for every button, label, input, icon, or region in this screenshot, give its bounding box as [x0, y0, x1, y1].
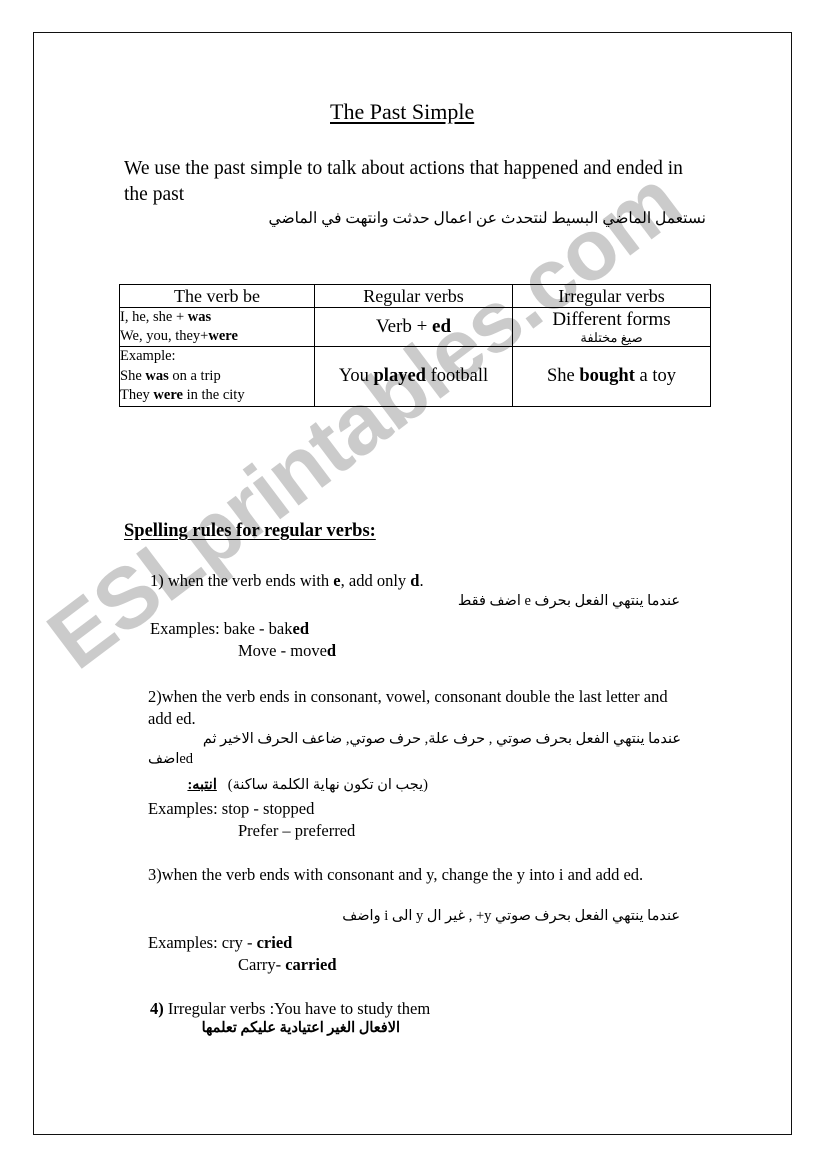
rule-1-example-2: Move - moved — [238, 640, 336, 662]
table-row: Example: She was on a trip They were in … — [119, 346, 711, 407]
rule-3-number: 3) — [148, 865, 162, 884]
rule-2-arabic-line-2: edاضف — [148, 749, 681, 769]
example-bought-prefix: She — [546, 365, 580, 386]
intro-english-text: We use the past simple to talk about act… — [124, 158, 683, 205]
rule-4-number: 4) — [150, 999, 164, 1018]
rule-1-example-baked-suffix: ed — [292, 619, 310, 638]
example-were-sentence: They were in the city — [120, 386, 314, 406]
rule-1-text-c: . — [419, 571, 424, 590]
rule-2-example-1: Examples: stop - stopped — [148, 798, 314, 820]
rule-4-arabic: الافعال الغير اعتيادية عليكم تعلمها — [201, 1020, 400, 1036]
cell-irregular-verb-example: She bought a toy — [512, 346, 711, 407]
rule-1-example-bake: bake - bak — [219, 619, 293, 638]
example-played-suffix: football — [425, 365, 489, 386]
verb-be-form-line-2: We, you, they+were — [120, 327, 314, 346]
rule-2-note: (يجب ان تكون نهاية الكلمة ساكنة) انتبه: — [148, 775, 428, 795]
example-bought-suffix: a toy — [634, 365, 676, 386]
table-header-regular-verbs: Regular verbs — [314, 284, 513, 308]
rule-3-example-1: Examples: cry - cried — [148, 932, 292, 954]
rule-3-example-2: Carry- carried — [238, 954, 337, 976]
rule-1-example-1: Examples: bake - baked — [150, 618, 309, 640]
example-played-prefix: You — [338, 365, 374, 386]
verb-were: were — [208, 328, 238, 344]
cell-verb-be-forms: I, he, she + was We, you, they+were — [119, 307, 315, 347]
example-was-prefix: She — [120, 367, 146, 384]
table-header-verb-be: The verb be — [119, 284, 315, 308]
regular-verb-suffix-ed: ed — [432, 316, 452, 337]
example-were-prefix: They — [120, 387, 154, 403]
verb-was: was — [187, 309, 212, 325]
example-bought-verb: bought — [579, 365, 635, 386]
cell-verb-be-examples: Example: She was on a trip They were in … — [119, 346, 315, 407]
rule-2-examples-label: Examples: — [148, 799, 218, 818]
rule-1-arabic: عندما ينتهي الفعل بحرف e اضف فقط — [457, 593, 680, 609]
rule-3-text: 3)when the verb ends with consonant and … — [148, 864, 688, 886]
rule-2-arabic-add: اضف — [148, 751, 180, 767]
example-was-sentence: She was on a trip — [120, 367, 314, 387]
rule-3-example-cried: cried — [256, 933, 293, 952]
irregular-forms-label: Different forms — [552, 309, 671, 330]
rule-1-example-move: Move - move — [238, 641, 327, 660]
rule-2-example-2: Prefer – preferred — [238, 821, 356, 840]
rule-2-body: when the verb ends in consonant, vowel, … — [148, 687, 668, 728]
cell-regular-verb-rule: Verb + ed — [314, 307, 513, 347]
table-row: I, he, she + was We, you, they+were Verb… — [119, 307, 711, 347]
example-played-verb: played — [373, 365, 426, 386]
rule-1-examples-label: Examples: — [150, 619, 220, 638]
rule-2-number: 2) — [148, 687, 162, 706]
past-simple-table: The verb be Regular verbs Irregular verb… — [119, 284, 711, 407]
rule-1-letter-e: e — [333, 571, 341, 590]
rule-3-body: when the verb ends with consonant and y,… — [161, 865, 644, 884]
rule-1-example-moved-suffix: d — [326, 641, 337, 660]
rule-4-text: 4) Irregular verbs :You have to study th… — [150, 998, 690, 1020]
table-header-row: The verb be Regular verbs Irregular verb… — [119, 284, 711, 308]
table-header-irregular-verbs: Irregular verbs — [512, 284, 711, 308]
rule-2-example-stop: stop - stopped — [217, 799, 315, 818]
rule-1-text-b: , add only — [340, 571, 411, 590]
rule-2-arabic-line-1: عندما ينتهي الفعل بحرف صوتي , حرف علة, ح… — [202, 731, 681, 747]
rule-3-example-carried: carried — [285, 955, 337, 974]
irregular-forms-arabic: صيغ مختلفة — [580, 330, 643, 345]
rule-1-number: 1) — [150, 571, 164, 590]
cell-irregular-verb-rule: Different forms صيغ مختلفة — [512, 307, 711, 347]
rule-4-body: Irregular verbs :You have to study them — [163, 999, 431, 1018]
rule-1-text-a: when the verb ends with — [163, 571, 334, 590]
example-label: Example: — [120, 348, 176, 364]
rule-3-example-carry: Carry- — [238, 955, 286, 974]
rule-3-examples-label: Examples: — [148, 933, 218, 952]
rule-1-text: 1) when the verb ends with e, add only d… — [150, 570, 690, 592]
verb-be-subjects-singular: I, he, she + — [120, 309, 188, 325]
example-was-suffix: on a trip — [168, 367, 221, 384]
rule-2-suffix-ed: ed — [179, 751, 194, 767]
rule-2-note-label: انتبه: — [187, 777, 217, 793]
cell-regular-verb-example: You played football — [314, 346, 513, 407]
spelling-rules-heading: Spelling rules for regular verbs: — [124, 521, 376, 541]
intro-arabic-text: نستعمل الماضي البسيط لنتحدث عن اعمال حدث… — [268, 210, 706, 227]
example-were-suffix: in the city — [182, 387, 245, 403]
rule-2-note-text: (يجب ان تكون نهاية الكلمة ساكنة) — [227, 777, 428, 793]
regular-verb-formula-prefix: Verb + — [375, 316, 433, 337]
rule-3-arabic: عندما ينتهي الفعل بحرف صوتي y+ , غير ال … — [342, 908, 680, 924]
example-were-verb: were — [153, 387, 183, 403]
page-title: The Past Simple — [330, 99, 475, 124]
rule-2-text: 2)when the verb ends in consonant, vowel… — [148, 686, 688, 730]
worksheet-content: The Past Simple We use the past simple t… — [0, 0, 821, 1169]
example-was-verb: was — [145, 367, 169, 384]
verb-be-form-line-1: I, he, she + was — [120, 308, 314, 327]
verb-be-subjects-plural: We, you, they+ — [120, 328, 209, 344]
rule-3-example-cry: cry - — [217, 933, 257, 952]
